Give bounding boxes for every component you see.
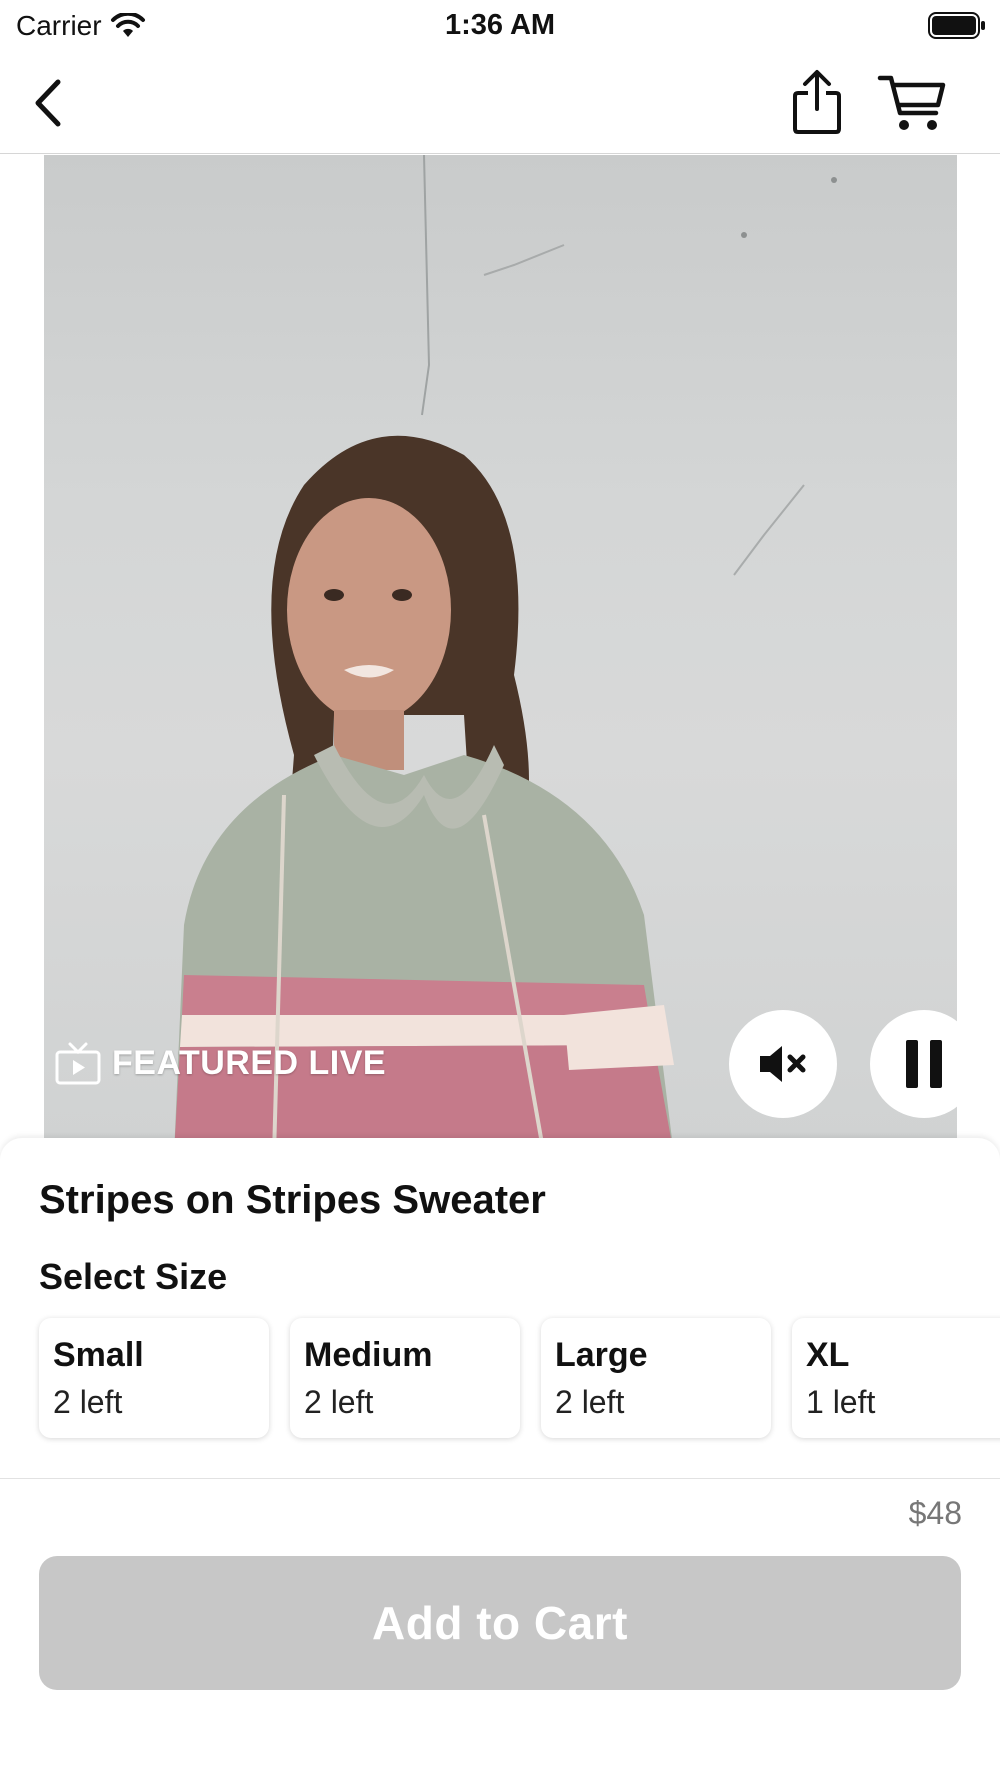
status-time: 1:36 AM (444, 9, 556, 41)
size-name: Medium (304, 1336, 433, 1374)
pause-icon (906, 1040, 942, 1088)
product-sheet: Stripes on Stripes Sweater Select Size S… (0, 1138, 1000, 1478)
size-name: XL (806, 1336, 850, 1374)
size-stock: 2 left (53, 1384, 123, 1420)
mute-button[interactable] (729, 1010, 837, 1118)
speaker-muted-icon (760, 1046, 806, 1082)
select-size-label: Select Size (39, 1256, 228, 1297)
size-stock: 1 left (806, 1384, 876, 1420)
size-option-large[interactable]: Large 2 left (541, 1318, 771, 1438)
share-button[interactable] (782, 66, 852, 138)
checkout-bar: $48 Add to Cart (0, 1478, 1000, 1778)
share-icon (793, 70, 841, 134)
featured-live-label: FEATURED LIVE (112, 1043, 387, 1082)
cart-button[interactable] (872, 68, 952, 138)
size-options: Small 2 left Medium 2 left Large 2 left … (39, 1318, 1000, 1442)
cart-icon (877, 75, 946, 130)
product-title: Stripes on Stripes Sweater (39, 1178, 546, 1222)
featured-live-badge: FEATURED LIVE (54, 1040, 386, 1086)
add-to-cart-button[interactable]: Add to Cart (39, 1556, 961, 1690)
size-option-xl[interactable]: XL 1 left (792, 1318, 1000, 1438)
product-video[interactable]: FEATURED LIVE (44, 155, 957, 1155)
battery-icon (928, 12, 985, 39)
size-option-medium[interactable]: Medium 2 left (290, 1318, 520, 1438)
size-option-small[interactable]: Small 2 left (39, 1318, 269, 1438)
pause-button[interactable] (870, 1010, 978, 1118)
navigation-bar (0, 52, 1000, 154)
back-button[interactable] (20, 72, 76, 134)
size-stock: 2 left (304, 1384, 374, 1420)
status-bar: Carrier 1:36 AM (0, 0, 1000, 52)
size-stock: 2 left (555, 1384, 625, 1420)
tv-icon (55, 1042, 101, 1085)
chevron-left-icon (35, 79, 61, 127)
size-name: Large (555, 1336, 648, 1374)
video-frame (174, 155, 837, 1155)
product-price: $48 (908, 1495, 962, 1531)
size-name: Small (53, 1336, 144, 1374)
